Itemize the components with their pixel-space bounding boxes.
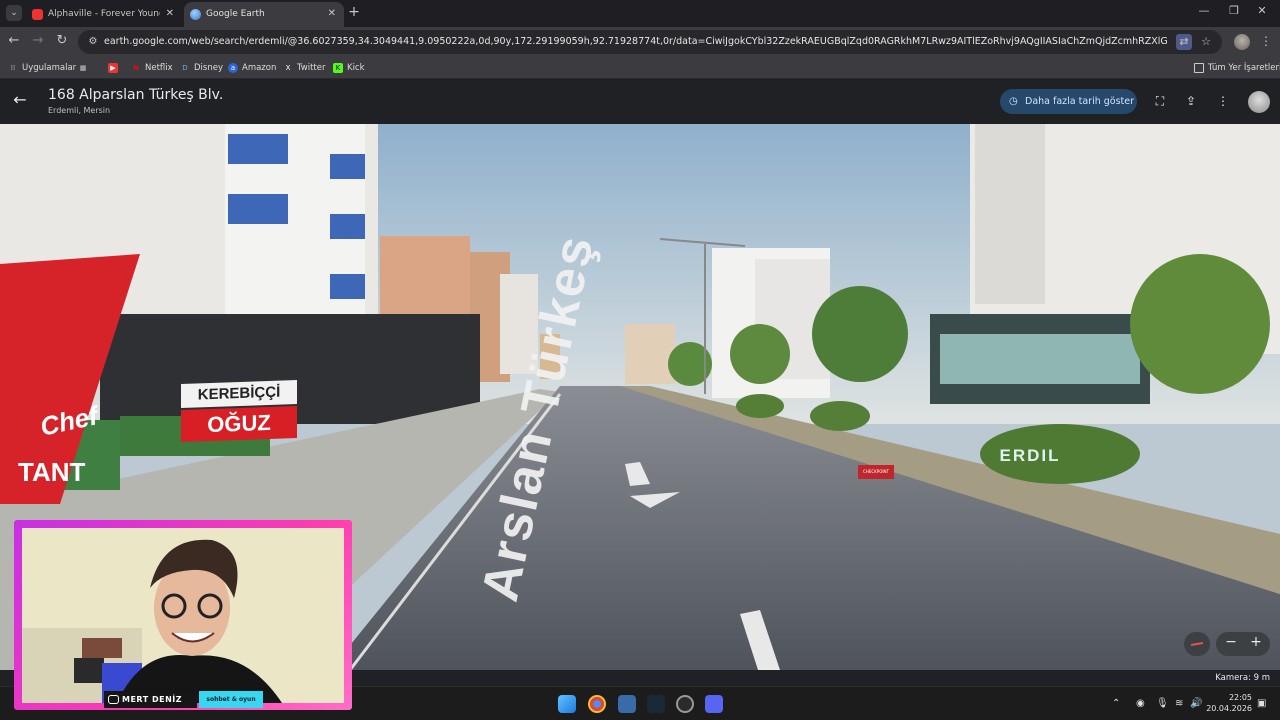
- disney-icon: D: [182, 64, 188, 72]
- zoom-out-icon[interactable]: −: [1221, 634, 1241, 650]
- tab-title: Alphaville - Forever Young (Lyri: [48, 9, 160, 19]
- zoom-in-icon[interactable]: +: [1246, 634, 1266, 650]
- app-icon[interactable]: [618, 695, 636, 713]
- share-icon[interactable]: ⇪: [1182, 92, 1200, 110]
- more-options-icon[interactable]: ⋮: [1214, 92, 1232, 110]
- notification-icon[interactable]: ▣: [1257, 698, 1266, 709]
- compass-icon[interactable]: [1184, 632, 1210, 656]
- tray-chevron-icon[interactable]: ⌃: [1112, 698, 1120, 709]
- bookmark-twitter[interactable]: X Twitter: [283, 61, 326, 75]
- youtube-icon: [32, 9, 43, 20]
- oguz-sign: OĞUZ: [181, 405, 297, 443]
- bookmark-youtube[interactable]: ▶: [108, 61, 122, 75]
- tab-google-earth[interactable]: Google Earth ✕: [184, 2, 344, 27]
- forward-icon[interactable]: →: [30, 33, 46, 48]
- bookmark-disney[interactable]: D Disney: [180, 61, 223, 75]
- clock-date: 20.04.2026: [1206, 704, 1252, 713]
- tab-youtube[interactable]: Alphaville - Forever Young (Lyri ✕: [26, 2, 182, 27]
- user-avatar[interactable]: [1248, 91, 1270, 113]
- bookmark-amazon[interactable]: a Amazon: [228, 61, 276, 75]
- tab-title: Google Earth: [206, 9, 265, 19]
- site-info-icon[interactable]: ⚙: [86, 35, 100, 49]
- google-earth-icon: [190, 9, 201, 20]
- address-bar[interactable]: ⚙ earth.google.com/web/search/erdemli/@3…: [78, 30, 1222, 54]
- speaker-icon[interactable]: 🔊: [1190, 698, 1202, 709]
- bookmarks-bar: ⁞⁞ Uygulamalar ▦ ▶ N Netflix D Disney a …: [0, 57, 1280, 79]
- screenshot-icon[interactable]: ⛶: [1151, 92, 1169, 110]
- browser-menu-icon[interactable]: ⋮: [1260, 34, 1272, 48]
- microphone-icon[interactable]: 🎙: [1156, 698, 1169, 709]
- kick-icon: K: [333, 63, 343, 73]
- erdil-sign: ERDIL: [999, 446, 1061, 465]
- translate-icon[interactable]: ⇄: [1176, 34, 1192, 50]
- clock-time: 22:05: [1228, 693, 1252, 702]
- windows-start-icon[interactable]: [558, 695, 576, 713]
- apps-grid-icon: ⁞⁞: [10, 64, 16, 72]
- close-icon[interactable]: ✕: [328, 2, 336, 26]
- folder-icon: [1194, 63, 1204, 73]
- grid-icon: ▦: [79, 64, 87, 72]
- browser-toolbar: ← → ↻ ⚙ earth.google.com/web/search/erde…: [0, 27, 1280, 57]
- back-icon[interactable]: ←: [6, 33, 22, 48]
- bookmark-grid[interactable]: ▦: [78, 61, 92, 75]
- url-text[interactable]: earth.google.com/web/search/erdemli/@36.…: [104, 30, 1168, 54]
- wifi-icon[interactable]: ≋: [1175, 698, 1183, 709]
- more-dates-button[interactable]: ◷ Daha fazla tarih göster: [1000, 89, 1137, 114]
- minimize-icon[interactable]: —: [1196, 4, 1212, 17]
- bookmark-netflix[interactable]: N Netflix: [131, 61, 173, 75]
- amazon-icon: a: [228, 63, 238, 73]
- tab-strip: ⌄ Alphaville - Forever Young (Lyri ✕ Goo…: [0, 0, 1280, 27]
- streamer-name-plate: MERT DENİZ: [104, 691, 197, 708]
- new-tab-button[interactable]: +: [347, 4, 361, 20]
- kerebicci-sign: KEREBİÇÇİ: [181, 379, 297, 409]
- streamer-illustration: [22, 528, 344, 703]
- place-subtitle: Erdemli, Mersin: [48, 106, 111, 115]
- place-title: 168 Alparslan Türkeş Blv.: [48, 87, 224, 103]
- obs-icon[interactable]: [676, 695, 694, 713]
- camera-altitude: Kamera: 9 m: [1215, 673, 1270, 683]
- history-icon: ◷: [1009, 96, 1018, 107]
- bookmark-apps[interactable]: ⁞⁞ Uygulamalar: [8, 61, 76, 75]
- webcam-feed: [22, 528, 344, 703]
- clock[interactable]: 22:05 20.04.2026: [1202, 692, 1252, 714]
- steam-icon[interactable]: [647, 695, 665, 713]
- tab-search-button[interactable]: ⌄: [6, 5, 22, 21]
- stream-tag: sohbet & oyun: [199, 691, 263, 708]
- profile-avatar[interactable]: [1234, 34, 1250, 50]
- webcam-overlay: [14, 520, 352, 710]
- close-window-icon[interactable]: ✕: [1254, 4, 1270, 17]
- discord-icon[interactable]: [705, 695, 723, 713]
- reload-icon[interactable]: ↻: [54, 33, 70, 48]
- tray-app-icon[interactable]: ◉: [1136, 698, 1145, 709]
- netflix-icon: N: [133, 64, 139, 72]
- star-icon[interactable]: ☆: [1198, 34, 1214, 50]
- close-icon[interactable]: ✕: [166, 2, 174, 26]
- youtube-icon: ▶: [108, 63, 118, 73]
- zoom-control: − +: [1216, 632, 1270, 656]
- streamer-logo-icon: [108, 695, 119, 704]
- restore-icon[interactable]: ❐: [1226, 4, 1242, 17]
- bookmark-kick[interactable]: K Kick: [333, 61, 365, 75]
- chrome-icon[interactable]: [588, 695, 606, 713]
- flag-letters: TANT: [18, 457, 86, 487]
- x-icon: X: [285, 64, 291, 72]
- checkpoint-sign: CHECKPOINT: [858, 465, 894, 479]
- back-arrow-icon[interactable]: ←: [10, 90, 30, 110]
- all-bookmarks[interactable]: Tüm Yer İşaretleri: [1194, 61, 1280, 75]
- street-view-header: ← 168 Alparslan Türkeş Blv. Erdemli, Mer…: [0, 80, 1280, 124]
